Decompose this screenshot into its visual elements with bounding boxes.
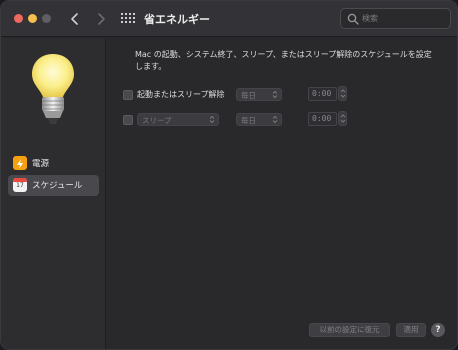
apply-button[interactable]: 適用 [396, 323, 426, 337]
chevron-up-down-icon [272, 115, 278, 124]
search-field[interactable] [340, 8, 451, 29]
startup-time-field[interactable]: 0:00 [308, 87, 337, 101]
startup-day-value: 毎日 [241, 91, 256, 100]
sleep-action-popup[interactable]: スリープ [137, 113, 219, 126]
minimize-window-button[interactable] [28, 14, 37, 23]
sleep-day-popup[interactable]: 毎日 [236, 113, 282, 126]
show-all-grid-icon[interactable] [121, 13, 135, 26]
schedule-pane: Mac の起動、システム終了、スリープ、またはスリープ解除のスケジュールを設定し… [107, 38, 457, 349]
chevron-right-icon [98, 13, 105, 25]
help-button[interactable]: ? [431, 323, 445, 337]
stepper-arrows-icon [340, 89, 346, 98]
sleep-action-value: スリープ [142, 116, 172, 125]
sleep-time-field[interactable]: 0:00 [308, 112, 337, 126]
startup-wake-label: 起動またはスリープ解除 [137, 90, 225, 99]
window-title: 省エネルギー [144, 13, 210, 26]
title-bar: 省エネルギー [1, 1, 457, 37]
system-preferences-window: 省エネルギー 検索 電源 17 スケジュール Mac の起動、システム終了、スリ… [0, 0, 458, 350]
sidebar-item-schedule[interactable]: 17 スケジュール [8, 175, 99, 196]
startup-day-popup[interactable]: 毎日 [236, 88, 282, 101]
stepper-arrows-icon [340, 114, 346, 123]
sidebar-item-power[interactable]: 電源 [8, 153, 99, 174]
light-bulb-icon [32, 54, 74, 124]
sidebar-item-label: 電源 [32, 159, 50, 169]
forward-button[interactable] [93, 9, 109, 29]
lightning-bolt-icon [13, 156, 27, 170]
close-window-button[interactable] [14, 14, 23, 23]
back-button[interactable] [67, 9, 83, 29]
startup-time-stepper[interactable] [338, 86, 347, 101]
sidebar: 電源 17 スケジュール [1, 38, 106, 349]
chevron-up-down-icon [209, 115, 215, 124]
startup-wake-checkbox[interactable] [123, 90, 133, 100]
sleep-day-value: 毎日 [241, 116, 256, 125]
sleep-action-checkbox[interactable] [123, 115, 133, 125]
sleep-time-stepper[interactable] [338, 111, 347, 126]
search-input[interactable] [362, 11, 446, 26]
search-icon [347, 13, 359, 25]
sidebar-item-label: スケジュール [32, 181, 83, 191]
calendar-icon: 17 [13, 178, 27, 192]
chevron-left-icon [71, 13, 78, 25]
zoom-window-button[interactable] [42, 14, 51, 23]
startup-time-value: 0:00 [312, 89, 332, 98]
chevron-up-down-icon [272, 90, 278, 99]
restore-defaults-button[interactable]: 以前の設定に復元 [309, 323, 390, 337]
schedule-description: Mac の起動、システム終了、スリープ、またはスリープ解除のスケジュールを設定し… [135, 50, 432, 71]
sleep-time-value: 0:00 [312, 114, 332, 123]
